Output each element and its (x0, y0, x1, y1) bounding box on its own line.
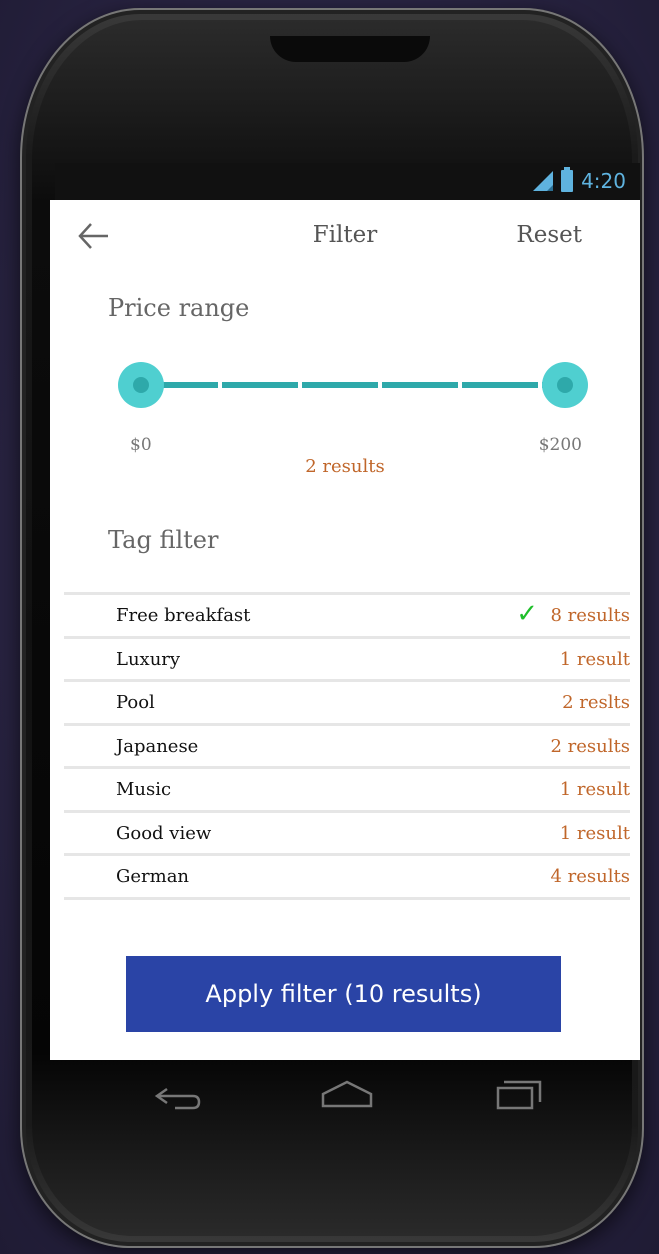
android-nav-bar (55, 1060, 640, 1130)
apply-filter-button[interactable]: Apply filter (10 results) (126, 956, 561, 1032)
app-header: Filter Reset (50, 200, 640, 272)
nav-recent-apps-icon[interactable] (490, 1074, 550, 1114)
tag-name: Pool (116, 692, 155, 713)
tag-list: Free breakfast ✓ 8 results Luxury 1 resu… (64, 592, 630, 900)
tag-name: German (116, 866, 190, 887)
tag-row-good-view[interactable]: Good view 1 result (64, 813, 630, 856)
filter-screen: Filter Reset Price range $0 $200 2 resul… (50, 200, 640, 1060)
checkmark-icon: ✓ (516, 599, 538, 629)
battery-icon (561, 167, 574, 192)
tag-count: 1 result (559, 822, 630, 844)
tag-row-japanese[interactable]: Japanese 2 results (64, 726, 631, 769)
status-icons: 4:20 (533, 167, 626, 193)
signal-icon (533, 171, 554, 191)
tag-name: Music (116, 779, 172, 800)
tag-row-free-breakfast[interactable]: Free breakfast ✓ 8 results (64, 595, 630, 639)
tag-row-music[interactable]: Music 1 result (64, 769, 630, 813)
price-max-label: $200 (538, 435, 582, 455)
tag-count: 4 results (550, 866, 631, 887)
slider-track (142, 382, 564, 388)
slider-min-handle[interactable] (118, 362, 164, 408)
tag-name: Japanese (116, 735, 199, 757)
slider-max-handle[interactable] (542, 362, 588, 408)
tag-name: Luxury (116, 648, 181, 670)
tag-name: Good view (116, 822, 212, 844)
tag-row-pool[interactable]: Pool 2 reslts (64, 682, 630, 726)
tag-row-luxury[interactable]: Luxury 1 result (64, 639, 630, 682)
price-min-label: $0 (130, 435, 152, 455)
tag-count: 1 result (559, 779, 630, 800)
tag-count: 2 results (550, 735, 631, 757)
tag-filter-title: Tag filter (108, 526, 219, 554)
tag-count: 1 result (559, 648, 630, 670)
nav-back-icon[interactable] (145, 1074, 205, 1114)
tag-name: Free breakfast (116, 605, 251, 626)
status-time: 4:20 (581, 169, 626, 193)
background: 4:20 Filter Reset Price range $0 $200 2 … (0, 0, 659, 1254)
price-results-count: 2 results (305, 456, 385, 477)
price-range-title: Price range (108, 294, 250, 322)
earpiece (270, 36, 430, 62)
status-bar: 4:20 (55, 163, 640, 200)
tag-count: 2 reslts (562, 692, 630, 713)
reset-button[interactable]: Reset (516, 222, 582, 248)
price-range-slider[interactable] (118, 360, 588, 410)
nav-home-icon[interactable] (317, 1074, 377, 1114)
tag-count: 8 results (550, 605, 631, 626)
tag-row-german[interactable]: German 4 results (64, 856, 630, 900)
